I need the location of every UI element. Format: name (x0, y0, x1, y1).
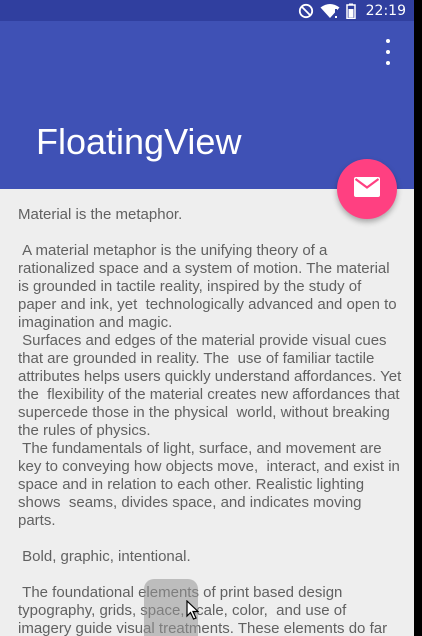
paragraph: A material metaphor is the unifying theo… (18, 242, 401, 331)
status-bar: 22:19 (0, 0, 414, 21)
mouse-cursor-icon (186, 599, 200, 624)
mail-icon (354, 177, 380, 201)
do-not-disturb-icon (298, 3, 314, 19)
app-screen: 22:19 FloatingView Material is the metap… (0, 0, 414, 636)
wifi-icon (320, 3, 340, 19)
more-vert-icon[interactable] (376, 39, 400, 65)
compose-fab-button[interactable] (337, 159, 397, 219)
paragraph: Bold, graphic, intentional. (18, 548, 191, 565)
paragraph: The fundamentals of light, surface, and … (18, 440, 405, 529)
screen-edge (414, 0, 422, 636)
paragraph (18, 530, 402, 548)
paragraph (18, 566, 402, 584)
paragraph: The foundational elements of print based… (18, 584, 388, 636)
status-icons: 22:19 (298, 0, 406, 21)
battery-icon (345, 3, 356, 19)
status-clock: 22:19 (365, 2, 406, 19)
paragraph (18, 224, 402, 242)
app-title: FloatingView (36, 121, 242, 162)
paragraph: Surfaces and edges of the material provi… (18, 332, 406, 439)
article-text: Material is the metaphor. A material met… (18, 206, 402, 636)
